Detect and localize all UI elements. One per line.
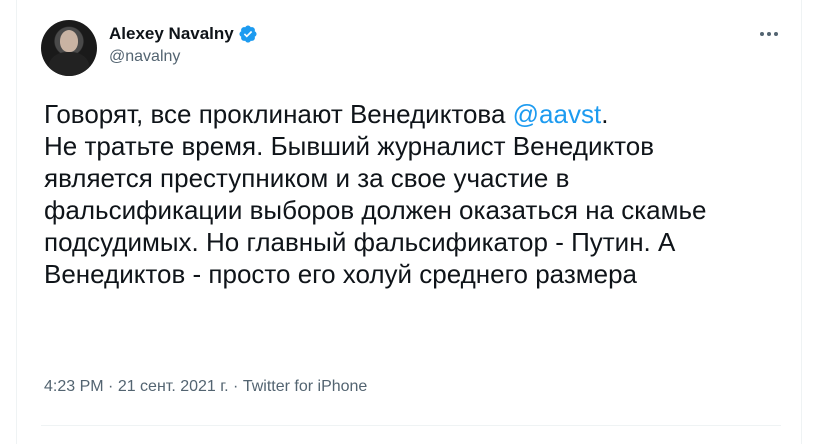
tweet-date[interactable]: 21 сент. 2021 г.: [118, 378, 229, 395]
meta-separator: ·: [228, 378, 243, 395]
tweet-text-before: Говорят, все проклинают Венедиктова: [44, 99, 513, 129]
meta-separator: ·: [103, 378, 118, 395]
mention-link[interactable]: @aavst: [513, 99, 602, 129]
more-dot: [767, 32, 771, 36]
tweet-source[interactable]: Twitter for iPhone: [243, 378, 368, 395]
avatar[interactable]: [41, 20, 97, 76]
tweet-header: Alexey Navalny @navalny: [41, 20, 781, 76]
divider: [41, 425, 781, 426]
tweet-meta: 4:23 PM · 21 сент. 2021 г. · Twitter for…: [44, 378, 367, 396]
tweet-time[interactable]: 4:23 PM: [44, 378, 104, 395]
avatar-face: [60, 30, 78, 52]
verified-badge-icon: [239, 25, 257, 43]
more-dot: [774, 32, 778, 36]
display-name[interactable]: Alexey Navalny: [109, 24, 234, 44]
tweet-text: Говорят, все проклинают Венедиктова @aav…: [44, 98, 764, 290]
author-handle[interactable]: @navalny: [109, 48, 258, 66]
more-dot: [760, 32, 764, 36]
display-name-row[interactable]: Alexey Navalny: [109, 22, 258, 46]
more-options-icon[interactable]: [757, 24, 781, 44]
tweet-card: Alexey Navalny @navalny Говорят, все про…: [16, 0, 802, 444]
avatar-body: [49, 52, 89, 76]
author-names: Alexey Navalny @navalny: [109, 22, 258, 66]
